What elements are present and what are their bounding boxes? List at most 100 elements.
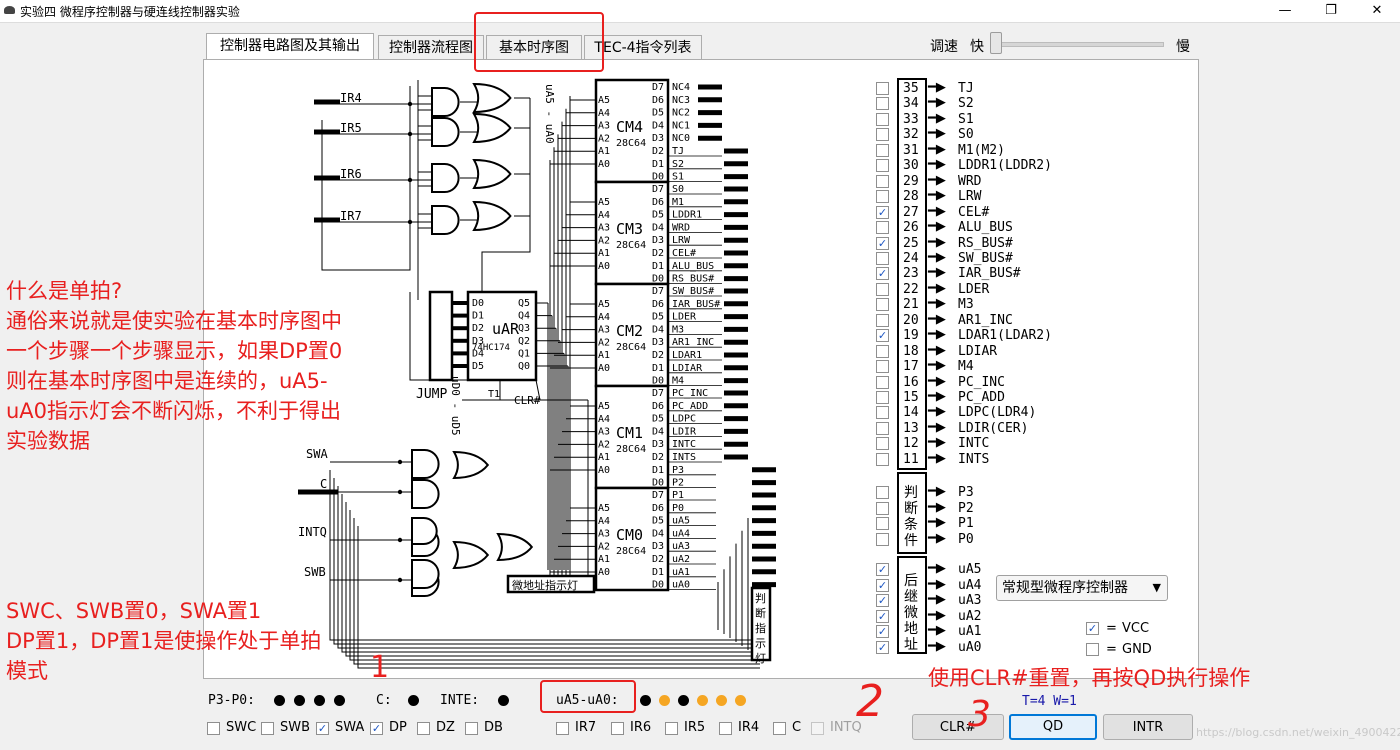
rom-address-pin: A3 <box>598 223 610 234</box>
next-addr-checkbox[interactable]: ✓ <box>876 609 889 623</box>
rom-address-pin: A4 <box>598 312 610 323</box>
uar-clr: CLR# <box>514 394 541 407</box>
signal-checkbox[interactable] <box>876 437 889 451</box>
or-gate <box>452 540 490 570</box>
rom-chip-type: 28C64 <box>616 138 646 149</box>
signal-number: 21 <box>903 297 919 313</box>
rom-address-pin: A3 <box>598 427 610 438</box>
arrow-right-icon: ━▶ <box>928 592 946 607</box>
condition-checkbox[interactable] <box>876 501 889 515</box>
rom-output-label: LDAR1 <box>672 350 702 361</box>
next-addr-checkbox[interactable]: ✓ <box>876 563 889 576</box>
ir-switch-checkbox-c[interactable] <box>773 722 786 735</box>
next-addr-checkbox[interactable]: ✓ <box>876 594 889 607</box>
signal-checkbox[interactable] <box>876 159 889 173</box>
signal-number: 11 <box>903 451 919 467</box>
signal-checkbox[interactable] <box>876 112 889 126</box>
qd-button[interactable]: QD <box>1009 714 1097 740</box>
signal-checkbox[interactable] <box>876 406 889 420</box>
wire <box>341 494 760 653</box>
ir-switch-checkbox-ir5[interactable] <box>665 722 678 735</box>
rom-data-pin: D4 <box>652 120 664 131</box>
vcc-checkbox[interactable]: ✓ <box>1086 622 1099 635</box>
signal-checkbox[interactable] <box>876 190 889 204</box>
rom-output-label: S1 <box>672 172 684 183</box>
ir-switch-checkbox-ir4[interactable] <box>719 722 732 735</box>
arrow-right-icon: ━▶ <box>928 358 946 374</box>
signal-checkbox[interactable] <box>876 391 889 404</box>
next-addr-checkbox[interactable]: ✓ <box>876 640 889 654</box>
signal-checkbox[interactable] <box>876 375 889 389</box>
highlight-timing-tab <box>474 12 604 72</box>
signal-checkbox[interactable] <box>876 282 889 296</box>
signal-checkbox[interactable] <box>876 82 889 95</box>
condition-checkbox[interactable] <box>876 486 889 499</box>
rom-address-pin: A0 <box>598 567 610 578</box>
next-addr-checkbox[interactable]: ✓ <box>876 625 889 638</box>
uar-d-pin: D0 <box>472 298 484 309</box>
signal-checkbox[interactable]: ✓ <box>876 205 889 219</box>
rom-data-pin: D4 <box>652 426 664 437</box>
ir-switch-checkbox-ir7[interactable] <box>556 722 569 735</box>
signal-checkbox[interactable] <box>876 313 889 327</box>
switch-checkbox-swb[interactable] <box>261 722 274 735</box>
signal-checkbox[interactable]: ✓ <box>876 236 889 250</box>
rom-data-pin: D0 <box>652 580 664 591</box>
signal-checkbox[interactable] <box>876 221 889 235</box>
signal-number: 18 <box>903 343 919 359</box>
rom-output-label: AR1_INC <box>672 337 714 348</box>
switch-checkbox-dz[interactable] <box>417 722 430 735</box>
gnd-checkbox[interactable] <box>1086 643 1099 656</box>
rom-data-pin: D4 <box>652 324 664 335</box>
uar-name: uAR <box>492 320 520 338</box>
signal-name: LDIR(CER) <box>958 420 1029 436</box>
arrow-right-icon: ━▶ <box>928 373 946 389</box>
signal-checkbox[interactable] <box>876 97 889 111</box>
signal-checkbox[interactable] <box>876 360 889 374</box>
condition-checkbox[interactable] <box>876 517 889 530</box>
signal-checkbox[interactable] <box>876 174 889 188</box>
signal-checkbox[interactable] <box>876 128 889 142</box>
signal-name: TJ <box>958 81 974 96</box>
rom-data-pin: D1 <box>652 567 664 578</box>
signal-name: INTC <box>958 436 990 452</box>
mode-select[interactable]: 常规型微程序控制器 ▼ <box>996 575 1168 601</box>
arrow-right-icon: ━▶ <box>928 126 946 142</box>
condition-checkbox[interactable] <box>876 532 889 546</box>
switch-checkbox-db[interactable] <box>465 722 478 735</box>
signal-checkbox[interactable] <box>876 421 889 435</box>
signal-checkbox[interactable] <box>876 143 889 157</box>
rom-address-pin: A1 <box>598 452 610 463</box>
judge-label-char: 灯 <box>755 652 766 665</box>
switch-checkbox-swc[interactable] <box>207 722 220 735</box>
switch-checkbox-dp[interactable]: ✓ <box>370 722 383 735</box>
signal-checkbox[interactable] <box>876 298 889 312</box>
or-gate <box>496 532 534 562</box>
intr-button[interactable]: INTR <box>1103 714 1193 740</box>
signal-checkbox[interactable] <box>876 251 889 265</box>
rom-data-pin: D5 <box>652 210 664 221</box>
led-on <box>716 695 727 706</box>
conditions-label-char: 件 <box>904 533 918 549</box>
next-addr-checkbox[interactable]: ✓ <box>876 578 889 592</box>
signal-name: LDPC(LDR4) <box>958 405 1037 421</box>
ir-switch-checkbox-ir6[interactable] <box>611 722 624 735</box>
signal-checkbox[interactable] <box>876 344 889 358</box>
annotation-mark-3: 3 <box>968 694 991 735</box>
wire <box>329 470 760 641</box>
or-gate <box>472 200 512 232</box>
rom-output-label: LDIR <box>672 426 697 437</box>
rom-output-label: M1 <box>672 197 684 208</box>
rom-data-pin: D2 <box>652 248 664 259</box>
annotation-setup-line1: SWC、SWB置0，SWA置1 <box>6 599 262 623</box>
arrow-right-icon: ━▶ <box>928 280 946 296</box>
signal-checkbox[interactable]: ✓ <box>876 267 889 281</box>
ir-switch-label: IR5 <box>684 720 706 735</box>
signal-checkbox[interactable] <box>876 452 889 466</box>
rom-output-label: NC1 <box>672 120 690 131</box>
side-input-label: C <box>320 477 327 491</box>
next-addr-name: uA0 <box>958 639 982 655</box>
signal-checkbox[interactable]: ✓ <box>876 329 889 343</box>
rom-data-pin: D7 <box>652 286 664 297</box>
switch-checkbox-swa[interactable]: ✓ <box>316 722 329 735</box>
